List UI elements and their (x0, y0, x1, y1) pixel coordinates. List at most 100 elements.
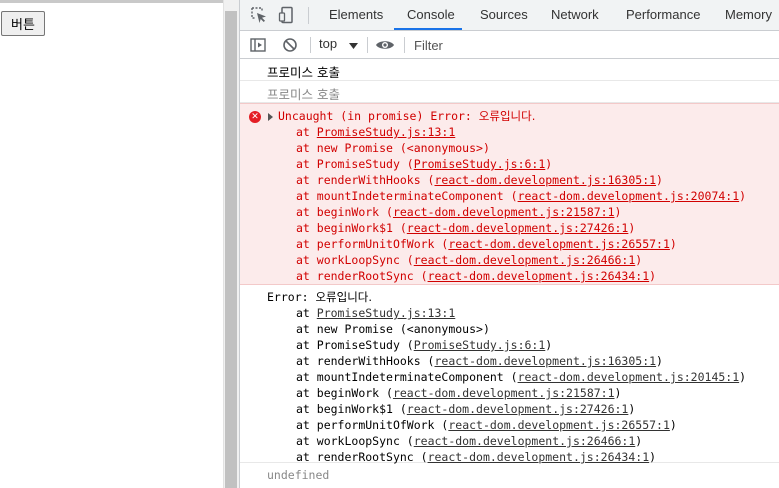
stack-frame: at performUnitOfWork (react-dom.developm… (296, 236, 677, 252)
page-button[interactable]: 버튼 (1, 11, 45, 36)
stack-frame-function: beginWork ( (316, 386, 393, 400)
stack-frame-link[interactable]: react-dom.development.js:21587:1 (393, 386, 615, 400)
scrollbar-thumb[interactable] (225, 11, 237, 488)
stack-frame: at mountIndeterminateComponent (react-do… (296, 369, 746, 385)
stack-frame-link[interactable]: react-dom.development.js:20074:1 (518, 189, 740, 203)
log-error-headline: Error: 오류입니다. (267, 289, 372, 305)
devtools-tabbar: Elements Console Sources Network Perform… (240, 0, 779, 31)
stack-frame-function: performUnitOfWork ( (316, 418, 449, 432)
tab-network[interactable]: Network (551, 0, 599, 30)
eye-icon[interactable] (375, 36, 394, 54)
tab-elements[interactable]: Elements (329, 0, 383, 30)
log-error-headline-prefix: Error: (267, 290, 316, 304)
tab-memory[interactable]: Memory (725, 0, 772, 30)
page-viewport (0, 0, 223, 488)
stack-frame-link[interactable]: react-dom.development.js:26434:1 (428, 269, 650, 283)
error-headline-message: 오류입니다. (478, 109, 536, 123)
stack-frame-suffix: ) (614, 205, 622, 219)
stack-frame-function: beginWork$1 ( (316, 221, 407, 235)
filter-input[interactable] (410, 35, 778, 55)
stack-frame-function: PromiseStudy ( (316, 338, 414, 352)
stack-frame-prefix: at (296, 237, 317, 251)
devtools-panel: Elements Console Sources Network Perform… (239, 0, 779, 488)
tab-performance[interactable]: Performance (626, 0, 700, 30)
tab-console[interactable]: Console (407, 0, 455, 30)
device-toggle-icon[interactable] (278, 6, 296, 24)
stack-frame-link[interactable]: react-dom.development.js:20145:1 (518, 370, 740, 384)
context-label: top (319, 36, 338, 51)
stack-frame: at beginWork$1 (react-dom.development.js… (296, 220, 635, 236)
stack-frame: at beginWork$1 (react-dom.development.js… (296, 401, 635, 417)
stack-frame-function: performUnitOfWork ( (316, 237, 449, 251)
console-output: 프로미스 호출 프로미스 호출 ✕ Uncaught (in promise) … (240, 59, 779, 488)
stack-frame-suffix: ) (669, 418, 677, 432)
stack-frame-link[interactable]: react-dom.development.js:26466:1 (414, 434, 636, 448)
stack-frame-function: workLoopSync ( (316, 253, 414, 267)
stack-frame-link[interactable]: PromiseStudy.js:13:1 (317, 306, 455, 320)
stack-frame-suffix: ) (614, 386, 622, 400)
stack-frame-prefix: at (296, 306, 317, 320)
error-icon: ✕ (249, 111, 261, 123)
stack-frame-link[interactable]: PromiseStudy.js:6:1 (414, 338, 546, 352)
stack-frame-link[interactable]: react-dom.development.js:27426:1 (407, 221, 629, 235)
stack-frame: at renderWithHooks (react-dom.developmen… (296, 172, 663, 188)
stack-frame-function: workLoopSync ( (316, 434, 414, 448)
stack-frame-prefix: at (296, 173, 317, 187)
stack-frame-prefix: at (296, 322, 317, 336)
toolbar-divider (310, 37, 311, 53)
stack-frame: at PromiseStudy (PromiseStudy.js:6:1) (296, 156, 552, 172)
stack-frame: at performUnitOfWork (react-dom.developm… (296, 417, 677, 433)
stack-frame: at PromiseStudy.js:13:1 (296, 305, 455, 321)
stack-frame-link[interactable]: react-dom.development.js:16305:1 (434, 354, 656, 368)
stack-frame-prefix: at (296, 253, 317, 267)
stack-frame-suffix: ) (739, 189, 747, 203)
stack-frame: at workLoopSync (react-dom.development.j… (296, 252, 642, 268)
stack-frame-link[interactable]: react-dom.development.js:26557:1 (448, 237, 670, 251)
stack-frame-prefix: at (296, 450, 317, 464)
stack-frame: at workLoopSync (react-dom.development.j… (296, 433, 642, 449)
stack-frame-function: renderWithHooks ( (316, 354, 435, 368)
stack-frame-function: mountIndeterminateComponent ( (316, 189, 518, 203)
stack-frame-prefix: at (296, 221, 317, 235)
console-error-message: ✕ Uncaught (in promise) Error: 오류입니다. at… (240, 103, 779, 285)
stack-frame-link[interactable]: react-dom.development.js:27426:1 (407, 402, 629, 416)
stack-frame-suffix: ) (656, 354, 663, 368)
stack-frame-link[interactable]: react-dom.development.js:26466:1 (414, 253, 636, 267)
result-text: undefined (267, 468, 330, 482)
stack-frame-prefix: at (296, 205, 317, 219)
stack-frame-prefix: at (296, 338, 317, 352)
stack-frame-prefix: at (296, 370, 317, 384)
stack-frame-prefix: at (296, 418, 317, 432)
stack-frame-link[interactable]: react-dom.development.js:16305:1 (434, 173, 656, 187)
stack-frame-suffix: ) (649, 450, 657, 464)
expand-caret-icon[interactable] (268, 113, 273, 121)
stack-frame: at PromiseStudy (PromiseStudy.js:6:1) (296, 337, 552, 353)
stack-frame-suffix: ) (545, 338, 553, 352)
stack-frame-link[interactable]: PromiseStudy.js:13:1 (317, 125, 455, 139)
stack-frame-suffix: ) (649, 269, 657, 283)
stack-frame-suffix: ) (656, 173, 663, 187)
dropdown-caret-icon (348, 37, 358, 52)
stack-frame-link[interactable]: PromiseStudy.js:6:1 (414, 157, 546, 171)
context-select[interactable]: top (319, 36, 358, 52)
log-error-headline-message: 오류입니다. (315, 290, 373, 304)
stack-frame-link[interactable]: react-dom.development.js:26557:1 (448, 418, 670, 432)
stack-frame: at beginWork (react-dom.development.js:2… (296, 385, 621, 401)
stack-frame-function: beginWork ( (316, 205, 393, 219)
stack-frame-suffix: ) (635, 434, 643, 448)
stack-frame-function: mountIndeterminateComponent ( (316, 370, 518, 384)
stack-frame-link[interactable]: react-dom.development.js:21587:1 (393, 205, 615, 219)
clear-console-icon[interactable] (281, 36, 299, 54)
stack-frame-suffix: ) (628, 221, 636, 235)
tab-sources[interactable]: Sources (480, 0, 528, 30)
sidebar-toggle-icon[interactable] (249, 36, 267, 54)
stack-frame: at new Promise (<anonymous>) (296, 140, 490, 156)
stack-frame-function: PromiseStudy ( (316, 157, 414, 171)
inspect-icon[interactable] (250, 6, 268, 24)
stack-frame-prefix: at (296, 141, 317, 155)
stack-frame: at renderWithHooks (react-dom.developmen… (296, 353, 663, 369)
stack-frame-link[interactable]: react-dom.development.js:26434:1 (428, 450, 650, 464)
stack-frame-suffix: ) (635, 253, 643, 267)
stack-frame-prefix: at (296, 269, 317, 283)
console-log-message: 프로미스 호출 (240, 59, 779, 81)
